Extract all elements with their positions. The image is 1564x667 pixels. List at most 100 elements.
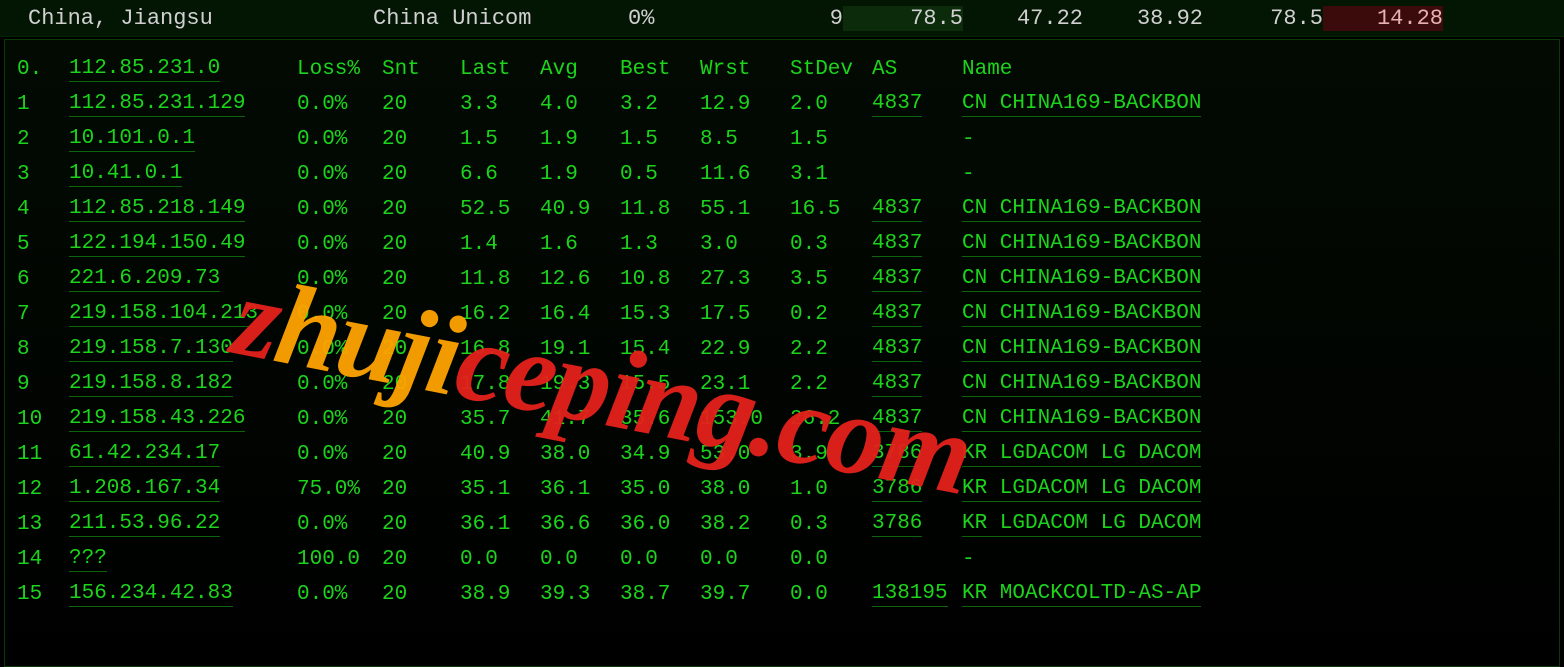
hop-snt: 20 — [382, 93, 460, 116]
hop-number: 3 — [17, 163, 69, 186]
hop-ip[interactable]: 221.6.209.73 — [69, 267, 297, 292]
hop-as[interactable]: 3786 — [872, 477, 962, 502]
hop-ip[interactable]: 112.85.218.149 — [69, 197, 297, 222]
hop-ip[interactable]: ??? — [69, 547, 297, 572]
hop-ip[interactable]: 211.53.96.22 — [69, 512, 297, 537]
hop-asname[interactable]: KR MOACKCOLTD-AS-AP — [962, 582, 1547, 607]
hop-as[interactable]: 4837 — [872, 232, 962, 257]
hdr-hop: 0. — [17, 58, 69, 81]
hop-as[interactable]: 4837 — [872, 372, 962, 397]
stat-2: 47.22 — [963, 6, 1083, 31]
hop-ip[interactable]: 112.85.231.129 — [69, 92, 297, 117]
hop-wrst: 39.7 — [700, 583, 790, 606]
hop-asname[interactable]: CN CHINA169-BACKBON — [962, 267, 1547, 292]
hop-avg: 41.7 — [540, 408, 620, 431]
hop-asname[interactable]: CN CHINA169-BACKBON — [962, 337, 1547, 362]
hop-number: 2 — [17, 128, 69, 151]
hop-row: 14???100.0200.00.00.00.00.0- — [17, 542, 1547, 577]
hop-number: 10 — [17, 408, 69, 431]
hop-ip[interactable]: 1.208.167.34 — [69, 477, 297, 502]
hop-wrst: 8.5 — [700, 128, 790, 151]
hop-wrst: 3.0 — [700, 233, 790, 256]
hop-ip[interactable]: 219.158.8.182 — [69, 372, 297, 397]
hop-as[interactable]: 4837 — [872, 407, 962, 432]
hop-as[interactable]: 3786 — [872, 442, 962, 467]
hop-avg: 36.1 — [540, 478, 620, 501]
hop-last: 35.1 — [460, 478, 540, 501]
hop-loss: 0.0% — [297, 373, 382, 396]
hop-loss: 0.0% — [297, 93, 382, 116]
hop-asname[interactable]: KR LGDACOM LG DACOM — [962, 442, 1547, 467]
hop-number: 14 — [17, 548, 69, 571]
hop-number: 6 — [17, 268, 69, 291]
hop-snt: 20 — [382, 443, 460, 466]
hop-ip[interactable]: 219.158.43.226 — [69, 407, 297, 432]
hop-as[interactable]: 4837 — [872, 92, 962, 117]
hop-asname[interactable]: CN CHINA169-BACKBON — [962, 372, 1547, 397]
hop-ip[interactable]: 156.234.42.83 — [69, 582, 297, 607]
hop-asname[interactable]: CN CHINA169-BACKBON — [962, 232, 1547, 257]
hop-stdev: 0.0 — [790, 548, 872, 571]
hop-avg: 1.6 — [540, 233, 620, 256]
hop-ip[interactable]: 10.41.0.1 — [69, 162, 297, 187]
hop-loss: 0.0% — [297, 268, 382, 291]
hop-stdev: 3.1 — [790, 163, 872, 186]
hop-as[interactable]: 4837 — [872, 302, 962, 327]
hop-asname[interactable]: CN CHINA169-BACKBON — [962, 92, 1547, 117]
hop-as[interactable]: 4837 — [872, 337, 962, 362]
hdr-loss: Loss% — [297, 58, 382, 81]
location-label: China, Jiangsu — [28, 6, 373, 31]
hop-as[interactable]: 3786 — [872, 512, 962, 537]
hop-asname[interactable]: CN CHINA169-BACKBON — [962, 407, 1547, 432]
hop-as[interactable]: 4837 — [872, 197, 962, 222]
hop-best: 15.3 — [620, 303, 700, 326]
hop-avg: 1.9 — [540, 163, 620, 186]
hop-number: 15 — [17, 583, 69, 606]
hop-row: 210.101.0.10.0%201.51.91.58.51.5- — [17, 122, 1547, 157]
hop-loss: 100.0 — [297, 548, 382, 571]
hop-asname[interactable]: - — [962, 548, 1547, 571]
hop-asname[interactable]: KR LGDACOM LG DACOM — [962, 477, 1547, 502]
hop-asname[interactable]: - — [962, 128, 1547, 151]
hop-last: 16.8 — [460, 338, 540, 361]
hdr-wrst: Wrst — [700, 58, 790, 81]
stat-3: 38.92 — [1083, 6, 1203, 31]
hop-wrst: 53.0 — [700, 443, 790, 466]
hop-wrst: 27.3 — [700, 268, 790, 291]
hop-avg: 36.6 — [540, 513, 620, 536]
hop-asname[interactable]: - — [962, 163, 1547, 186]
hop-best: 11.8 — [620, 198, 700, 221]
hop-ip[interactable]: 219.158.7.130 — [69, 337, 297, 362]
hop-asname[interactable]: CN CHINA169-BACKBON — [962, 302, 1547, 327]
hop-snt: 20 — [382, 338, 460, 361]
hop-as[interactable]: 138195 — [872, 582, 962, 607]
hop-asname[interactable]: CN CHINA169-BACKBON — [962, 197, 1547, 222]
hop-avg: 4.0 — [540, 93, 620, 116]
hop-best: 3.2 — [620, 93, 700, 116]
stat-4: 78.5 — [1203, 6, 1323, 31]
stat-5: 14.28 — [1323, 6, 1443, 31]
hop-ip[interactable]: 10.101.0.1 — [69, 127, 297, 152]
hop-loss: 0.0% — [297, 303, 382, 326]
hop-wrst: 55.1 — [700, 198, 790, 221]
hop-as[interactable]: 4837 — [872, 267, 962, 292]
hop-stdev: 1.5 — [790, 128, 872, 151]
hop-loss: 75.0% — [297, 478, 382, 501]
hop-row: 1112.85.231.1290.0%203.34.03.212.92.0483… — [17, 87, 1547, 122]
hop-stdev: 2.2 — [790, 338, 872, 361]
hop-number: 4 — [17, 198, 69, 221]
hop-last: 40.9 — [460, 443, 540, 466]
hop-ip[interactable]: 61.42.234.17 — [69, 442, 297, 467]
hop-loss: 0.0% — [297, 233, 382, 256]
hop-asname[interactable]: KR LGDACOM LG DACOM — [962, 512, 1547, 537]
hop-stdev: 0.3 — [790, 233, 872, 256]
hop-best: 36.0 — [620, 513, 700, 536]
hop-ip[interactable]: 219.158.104.213 — [69, 302, 297, 327]
hop-stdev: 16.5 — [790, 198, 872, 221]
hop-avg: 40.9 — [540, 198, 620, 221]
hop-loss: 0.0% — [297, 408, 382, 431]
hop-snt: 20 — [382, 303, 460, 326]
hop-avg: 0.0 — [540, 548, 620, 571]
hop-ip[interactable]: 122.194.150.49 — [69, 232, 297, 257]
hop-loss: 0.0% — [297, 338, 382, 361]
